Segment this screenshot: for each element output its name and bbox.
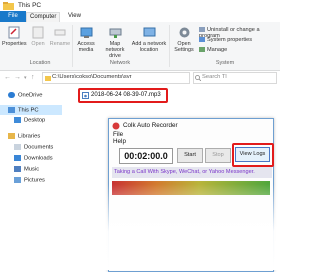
search-placeholder: Search Tl bbox=[202, 74, 227, 80]
network-location-icon bbox=[143, 27, 155, 37]
sidebar-item-label: Pictures bbox=[24, 177, 45, 184]
documents-icon bbox=[14, 144, 21, 150]
sidebar-item-pictures[interactable]: Pictures bbox=[14, 177, 45, 184]
open-icon bbox=[32, 26, 44, 39]
recorder-title: Colk Auto Recorder bbox=[123, 122, 178, 129]
recorder-caption: Taking a Call With Skype, WeChat, or Yah… bbox=[112, 167, 272, 178]
title-bar: This PC bbox=[0, 0, 280, 11]
sidebar-item-label: Music bbox=[24, 166, 40, 173]
computer-icon bbox=[8, 107, 15, 113]
media-icon bbox=[80, 27, 92, 38]
file-name: 2018-06-24 08-39-07.mp3 bbox=[91, 92, 161, 98]
group-label-system: System bbox=[215, 60, 235, 66]
menu-help[interactable]: Help bbox=[113, 138, 126, 145]
group-label-network: Network bbox=[109, 60, 131, 66]
folder-icon bbox=[45, 76, 51, 81]
audio-file-icon bbox=[82, 92, 89, 99]
start-button[interactable]: Start bbox=[177, 148, 203, 163]
add-network-location-label: Add a network location bbox=[131, 41, 167, 53]
sidebar-item-label: OneDrive bbox=[18, 92, 43, 99]
sidebar-item-downloads[interactable]: Downloads bbox=[14, 155, 53, 162]
map-network-drive-button[interactable]: Map network drive bbox=[100, 26, 130, 59]
sidebar-item-music[interactable]: Music bbox=[14, 166, 39, 173]
time-display: 00:02:00.0 bbox=[119, 148, 173, 164]
map-network-drive-label: Map network drive bbox=[105, 41, 125, 59]
open-settings-button[interactable]: Open Settings bbox=[172, 26, 196, 53]
sidebar-item-this-pc[interactable]: This PC bbox=[8, 107, 39, 114]
back-arrow-icon[interactable]: ← bbox=[4, 74, 11, 81]
stop-button[interactable]: Stop bbox=[205, 148, 231, 163]
manage-icon bbox=[199, 47, 205, 53]
view-logs-button[interactable]: View Logs bbox=[235, 147, 270, 162]
properties-label: Properties bbox=[2, 41, 27, 47]
group-divider bbox=[72, 25, 73, 67]
network-drive-icon bbox=[109, 28, 121, 38]
fade-overlay bbox=[0, 184, 280, 270]
gear-icon bbox=[179, 27, 189, 38]
sidebar-item-desktop[interactable]: Desktop bbox=[14, 117, 45, 124]
chevron-down-icon[interactable]: ▾ bbox=[24, 75, 27, 81]
sidebar-item-label: Desktop bbox=[24, 117, 46, 124]
pictures-icon bbox=[14, 177, 21, 183]
tab-computer[interactable]: Computer bbox=[26, 12, 61, 22]
sidebar-item-documents[interactable]: Documents bbox=[14, 144, 53, 151]
open-label: Open bbox=[31, 41, 45, 47]
music-icon bbox=[14, 166, 21, 172]
ribbon: Properties Open Rename Access media Map … bbox=[0, 22, 280, 71]
open-settings-label: Open Settings bbox=[174, 41, 194, 53]
download-icon bbox=[14, 155, 21, 161]
system-properties-button[interactable]: System properties bbox=[199, 37, 252, 43]
uninstall-icon bbox=[199, 27, 205, 33]
system-properties-label: System properties bbox=[207, 37, 253, 43]
properties-icon bbox=[8, 26, 20, 39]
rename-label: Rename bbox=[49, 41, 71, 47]
sidebar-item-label: Libraries bbox=[18, 133, 41, 140]
sidebar-item-label: Downloads bbox=[24, 155, 53, 162]
properties-button[interactable]: Properties bbox=[2, 26, 27, 47]
file-item-highlighted[interactable]: 2018-06-24 08-39-07.mp3 bbox=[78, 88, 168, 103]
system-properties-icon bbox=[199, 37, 205, 43]
manage-button[interactable]: Manage bbox=[199, 47, 227, 53]
sidebar-item-label: This PC bbox=[18, 107, 39, 114]
tab-view[interactable]: View bbox=[65, 12, 84, 21]
address-path: C:\Users\cokso\Documents\svr bbox=[52, 74, 132, 80]
cloud-icon bbox=[8, 92, 15, 98]
open-button[interactable]: Open bbox=[29, 26, 47, 47]
rename-icon bbox=[54, 29, 66, 36]
manage-label: Manage bbox=[207, 47, 228, 53]
address-row: ← → ▾ ↑ C:\Users\cokso\Documents\svr Sea… bbox=[0, 71, 280, 84]
forward-arrow-icon[interactable]: → bbox=[14, 74, 21, 81]
access-media-label: Access media bbox=[77, 41, 95, 53]
group-label-location: Location bbox=[29, 60, 51, 66]
add-network-location-button[interactable]: Add a network location bbox=[131, 26, 167, 53]
sidebar-item-onedrive[interactable]: OneDrive bbox=[8, 92, 42, 99]
library-icon bbox=[8, 133, 15, 139]
search-input[interactable]: Search Tl bbox=[193, 72, 277, 84]
tab-file[interactable]: File bbox=[0, 11, 26, 22]
recorder-menu: File Help bbox=[113, 131, 126, 145]
folder-icon bbox=[3, 2, 14, 10]
access-media-button[interactable]: Access media bbox=[74, 26, 98, 53]
group-divider bbox=[169, 25, 170, 67]
sidebar-item-label: Documents bbox=[24, 144, 54, 151]
search-icon bbox=[195, 75, 201, 81]
desktop-icon bbox=[14, 117, 21, 123]
recorder-app-icon bbox=[112, 122, 120, 130]
up-arrow-icon[interactable]: ↑ bbox=[31, 74, 35, 81]
window-title: This PC bbox=[18, 2, 42, 9]
address-bar[interactable]: C:\Users\cokso\Documents\svr bbox=[42, 72, 190, 84]
menu-file[interactable]: File bbox=[113, 131, 126, 138]
rename-button[interactable]: Rename bbox=[49, 26, 71, 47]
sidebar-item-libraries[interactable]: Libraries bbox=[8, 133, 40, 140]
